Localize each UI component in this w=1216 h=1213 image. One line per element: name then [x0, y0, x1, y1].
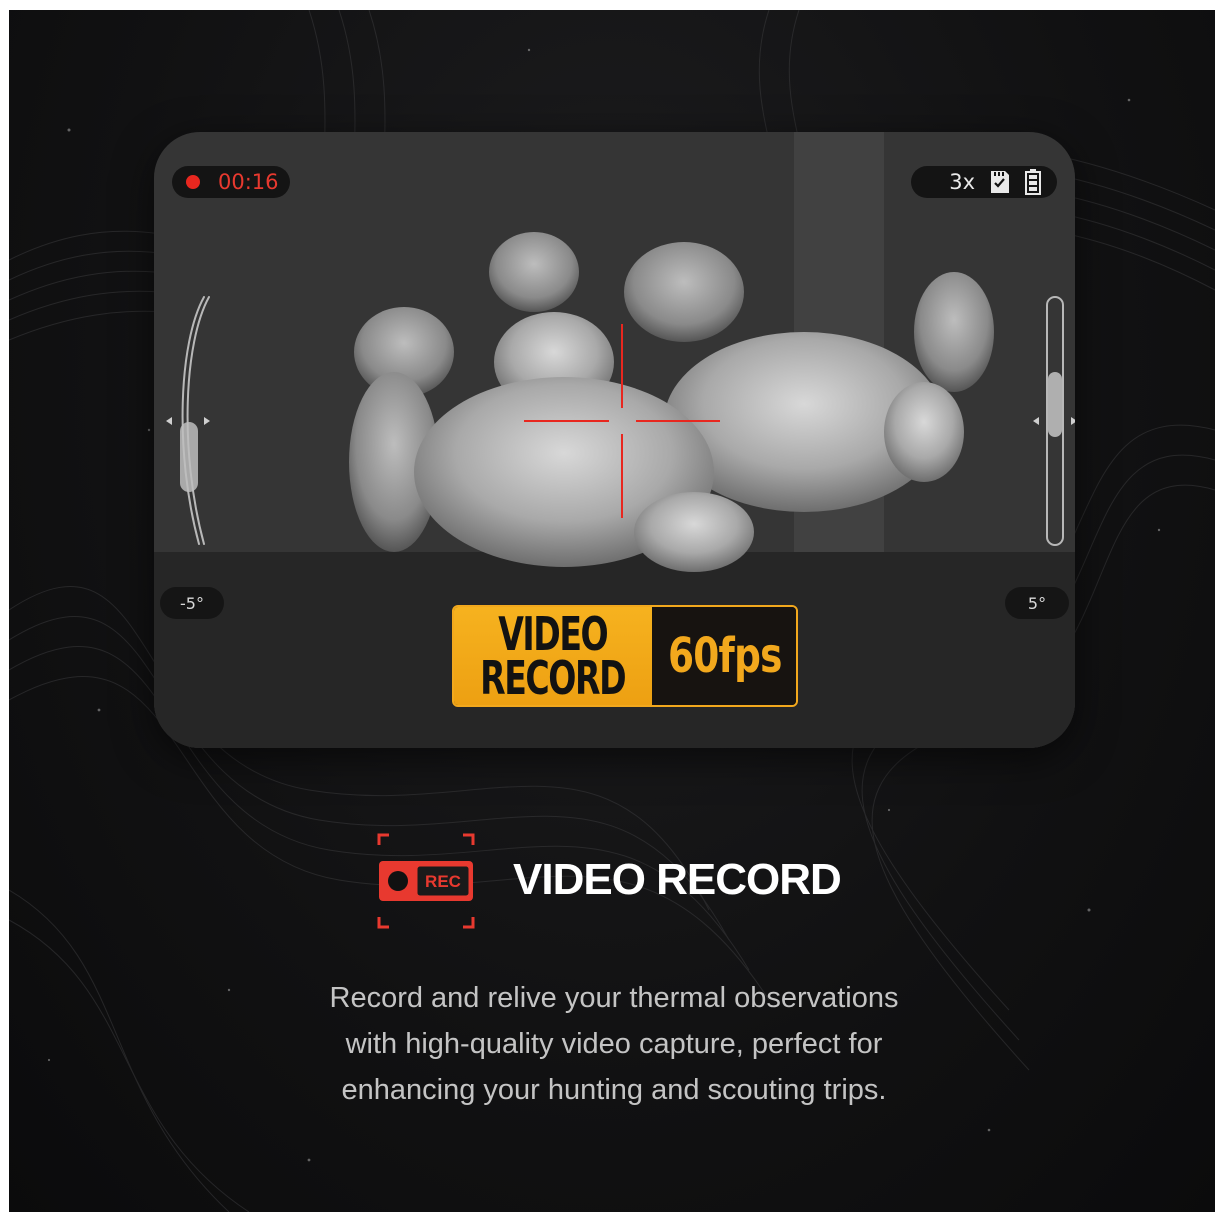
recording-indicator: 00:16 [172, 166, 290, 198]
feature-title: VIDEO RECORD [513, 855, 842, 904]
badge-title: VIDEO RECORD [454, 607, 652, 705]
promo-panel: 00:16 3x -5° 5° VIDEO RECORD 60fps REC V… [9, 10, 1215, 1212]
badge-fps: 60fps [668, 628, 782, 684]
tilt-left-value: -5° [160, 587, 224, 619]
feature-description: Record and relive your thermal observati… [239, 975, 989, 1113]
badge-line-2: RECORD [480, 651, 627, 705]
rec-icon-label: REC [425, 872, 461, 891]
badge-fps-box: 60fps [652, 607, 796, 705]
hog-back-right [624, 242, 744, 342]
record-dot-icon [186, 175, 200, 189]
record-time: 00:16 [218, 170, 279, 194]
hog-far-right [914, 272, 994, 392]
rec-camera-icon: REC [377, 833, 475, 929]
description-line: with high-quality video capture, perfect… [345, 1028, 883, 1060]
hog-right-head [884, 382, 964, 482]
video-record-badge: VIDEO RECORD 60fps [452, 605, 798, 707]
description-line: Record and relive your thermal observati… [329, 982, 899, 1014]
zoom-level: 3x [949, 170, 975, 194]
thermal-viewfinder: 00:16 3x -5° 5° VIDEO RECORD 60fps [154, 132, 1075, 748]
battery-icon [1025, 169, 1041, 195]
badge-line-1: VIDEO [498, 607, 608, 661]
description-line: enhancing your hunting and scouting trip… [341, 1074, 887, 1106]
hog-back-center [489, 232, 579, 312]
pitch-indicator-right-level [1048, 372, 1062, 437]
sd-card-icon [991, 171, 1009, 193]
tilt-right-value: 5° [1005, 587, 1069, 619]
hog-front-head [634, 492, 754, 572]
status-indicators: 3x [911, 166, 1057, 198]
roll-indicator-left-level [180, 422, 198, 492]
